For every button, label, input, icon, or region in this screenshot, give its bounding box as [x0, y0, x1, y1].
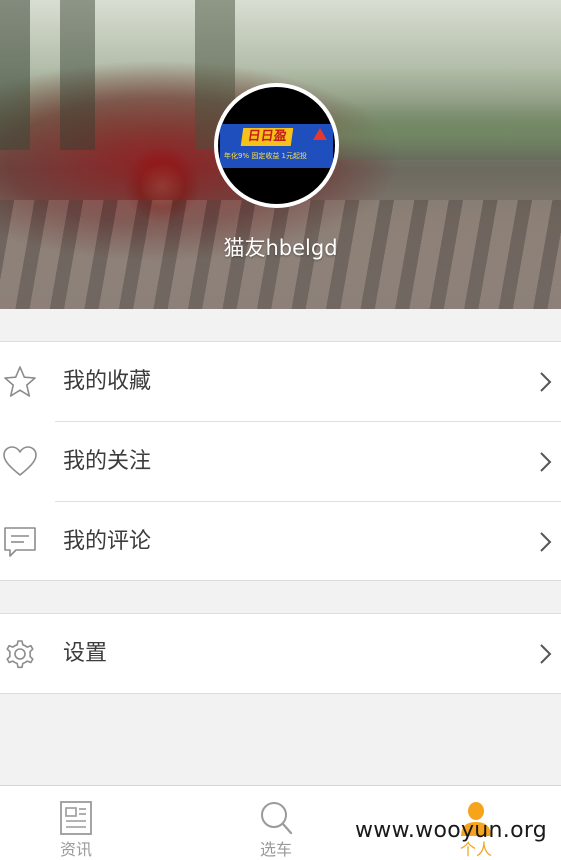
avatar[interactable]: 日日盈 年化9% 固定收益 1元起投 — [214, 83, 339, 208]
avatar-banner-tagline: 年化9% 固定收益 1元起投 — [224, 151, 308, 160]
tab-choose-car[interactable]: 选车 — [216, 786, 336, 860]
tab-news[interactable]: 资讯 — [16, 786, 136, 860]
menu-group-settings: 设置 — [0, 613, 561, 694]
chevron-right-icon — [540, 644, 552, 664]
username: 猫友hbelgd — [223, 236, 338, 260]
avatar-image: 日日盈 年化9% 固定收益 1元起投 — [220, 123, 333, 168]
menu-item-following[interactable]: 我的关注 — [0, 421, 561, 502]
star-icon — [4, 366, 36, 397]
tab-label: 选车 — [259, 840, 292, 859]
arrow-up-icon — [313, 127, 327, 140]
menu-item-label: 设置 — [63, 641, 108, 666]
chevron-right-icon — [540, 372, 552, 392]
comment-icon — [4, 527, 36, 557]
menu-item-label: 我的收藏 — [63, 369, 152, 394]
menu-item-label: 我的关注 — [63, 449, 152, 474]
avatar-banner-title: 日日盈 — [240, 127, 294, 146]
heart-icon — [3, 446, 37, 476]
menu-item-favorites[interactable]: 我的收藏 — [0, 342, 561, 422]
watermark: www.wooyun.org — [355, 818, 548, 843]
gear-icon — [6, 640, 34, 669]
search-icon — [261, 802, 293, 835]
menu-item-comments[interactable]: 我的评论 — [0, 501, 561, 582]
chevron-right-icon — [540, 452, 552, 472]
chevron-right-icon — [540, 532, 552, 552]
menu-item-settings[interactable]: 设置 — [0, 614, 561, 694]
menu-item-label: 我的评论 — [63, 529, 152, 554]
tab-label: 资讯 — [59, 840, 92, 859]
menu-group-main: 我的收藏 我的关注 我的评论 — [0, 341, 561, 581]
news-icon — [60, 801, 92, 835]
profile-header: 日日盈 年化9% 固定收益 1元起投 猫友hbelgd — [0, 0, 561, 309]
